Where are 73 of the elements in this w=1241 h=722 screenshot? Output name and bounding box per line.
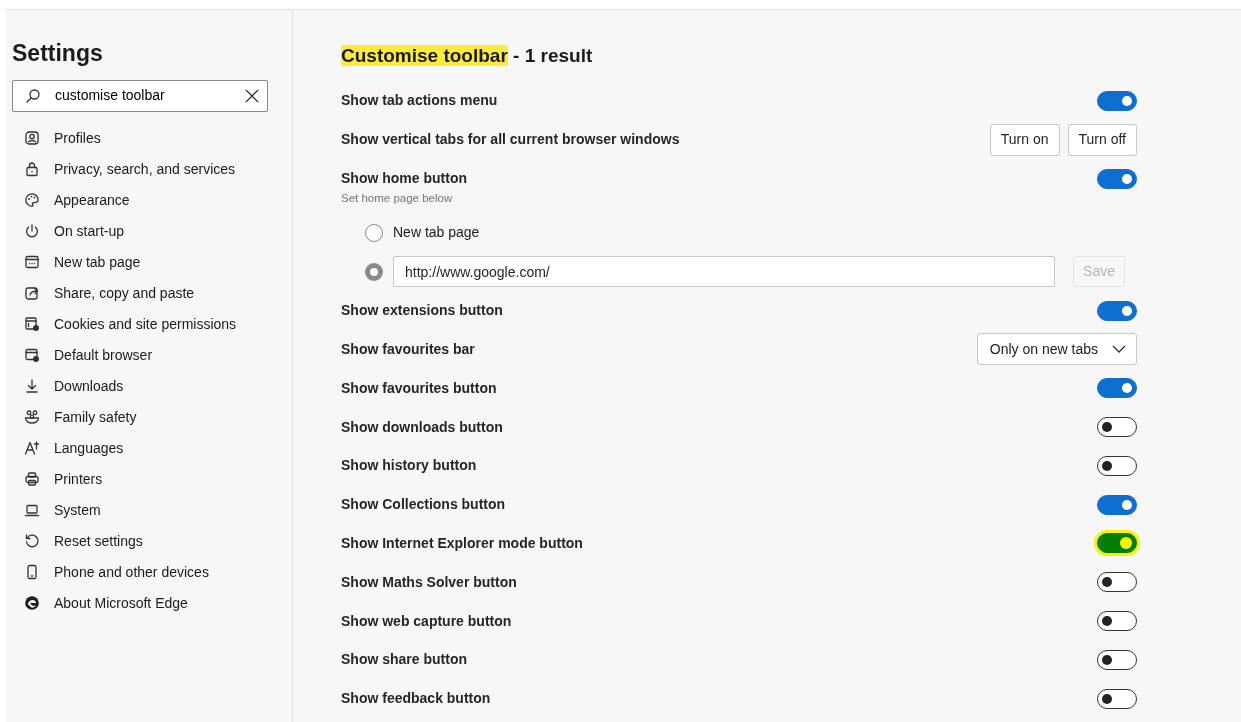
toggle-switch[interactable] xyxy=(1097,611,1137,631)
setting-label: Show downloads button xyxy=(341,417,503,437)
toggle-button[interactable]: Turn off xyxy=(1067,123,1137,156)
setting-label: Show Maths Solver button xyxy=(341,572,517,592)
download-icon xyxy=(24,378,40,395)
sidebar-item[interactable]: Printers xyxy=(12,463,292,495)
toggle-button[interactable]: Turn on xyxy=(989,123,1060,156)
setting-label: Show feedback button xyxy=(341,689,491,709)
toggle-switch[interactable] xyxy=(1097,378,1137,399)
sidebar-item[interactable]: Cookies and site permissions xyxy=(12,308,292,340)
setting-label: Show favourites bar xyxy=(341,339,475,359)
sidebar-item[interactable]: Privacy, search, and services xyxy=(12,153,292,185)
sidebar-item[interactable]: Share, copy and paste xyxy=(12,277,292,309)
laptop-icon xyxy=(24,502,40,519)
setting-label: Show Collections button xyxy=(341,495,506,515)
sidebar-item[interactable]: About Microsoft Edge xyxy=(12,587,292,619)
setting-label: Show favourites button xyxy=(341,378,497,398)
setting-label: Show web capture button xyxy=(341,611,512,631)
power-icon xyxy=(24,223,40,240)
phone-icon xyxy=(24,564,40,581)
sidebar-item[interactable]: Reset settings xyxy=(12,525,292,557)
setting-label: Show share button xyxy=(341,650,467,670)
toggle-switch[interactable] xyxy=(1097,688,1137,709)
sidebar-item[interactable]: Profiles xyxy=(12,122,292,154)
toggle-switch[interactable] xyxy=(1097,91,1137,111)
sidebar-item[interactable]: Default browser xyxy=(12,339,292,371)
toggle-switch[interactable] xyxy=(1097,494,1137,515)
setting-label: Show home button xyxy=(341,169,467,189)
language-icon xyxy=(24,440,40,457)
printer-icon xyxy=(24,471,40,488)
sidebar-item[interactable]: System xyxy=(12,494,292,526)
search-input[interactable]: customise toolbar xyxy=(55,85,231,107)
toggle-switch[interactable] xyxy=(1097,572,1137,593)
radio-button[interactable] xyxy=(365,223,383,242)
setting-hint: Set home page below xyxy=(341,191,454,206)
search-icon xyxy=(25,87,41,104)
cookies-icon xyxy=(24,316,40,333)
setting-label: Show Internet Explorer mode button xyxy=(341,533,583,553)
family-icon xyxy=(24,409,40,426)
setting-label: Show vertical tabs for all current browser windows xyxy=(341,130,680,150)
settings-title: Settings xyxy=(12,40,104,68)
sidebar-item[interactable]: Downloads xyxy=(12,370,292,402)
profile-icon xyxy=(24,130,40,147)
results-heading: Customise toolbar - 1 result xyxy=(341,44,594,68)
option-label: New tab page xyxy=(393,223,480,243)
toggle-switch[interactable] xyxy=(1097,649,1137,670)
setting-label: Show extensions button xyxy=(341,301,503,321)
browser-icon xyxy=(24,347,40,364)
lock-icon xyxy=(24,161,40,178)
sidebar-item[interactable]: On start-up xyxy=(12,215,292,247)
search-field[interactable]: customise toolbar xyxy=(12,79,268,112)
sidebar-item[interactable]: Family safety xyxy=(12,401,292,433)
url-field[interactable]: http://www.google.com/ xyxy=(393,256,1056,288)
toggle-switch[interactable] xyxy=(1097,417,1137,437)
new-tab-icon xyxy=(24,254,40,271)
edge-logo-icon xyxy=(24,595,40,612)
setting-label: Show tab actions menu xyxy=(341,91,498,111)
toggle-switch[interactable] xyxy=(1097,168,1137,189)
toggle-switch[interactable] xyxy=(1097,533,1137,554)
sidebar-item[interactable]: Languages xyxy=(12,432,292,464)
palette-icon xyxy=(24,192,40,209)
toggle-switch[interactable] xyxy=(1097,455,1137,476)
close-icon[interactable] xyxy=(245,88,259,103)
chevron-down-icon xyxy=(1112,345,1126,354)
sidebar-item[interactable]: New tab page xyxy=(12,246,292,278)
sidebar-item[interactable]: Appearance xyxy=(12,184,292,216)
reset-icon xyxy=(24,533,40,550)
share-icon xyxy=(24,285,40,302)
toggle-switch[interactable] xyxy=(1097,300,1137,321)
dropdown[interactable]: Only on new tabs xyxy=(976,333,1137,366)
setting-label: Show history button xyxy=(341,456,477,476)
radio-button[interactable] xyxy=(365,262,383,281)
sidebar-item[interactable]: Phone and other devices xyxy=(12,556,292,588)
